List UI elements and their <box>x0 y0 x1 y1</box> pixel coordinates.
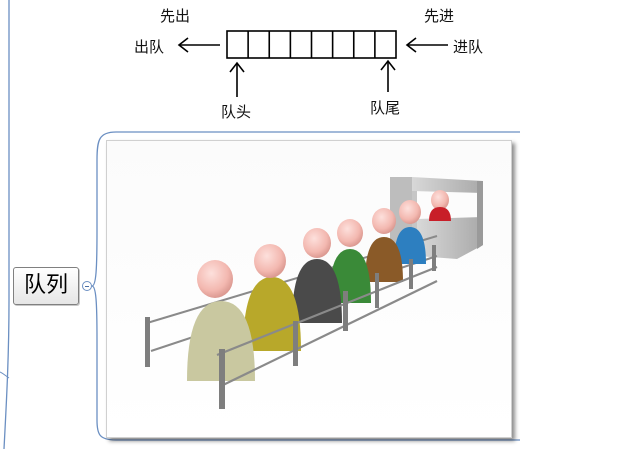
head-arrow-icon <box>229 61 245 97</box>
queue-cells <box>226 30 397 59</box>
collapse-toggle-icon[interactable] <box>82 281 92 291</box>
queue-node[interactable]: 队列 <box>13 267 79 305</box>
dequeue-arrow-icon <box>177 37 220 53</box>
queue-cells-diagram <box>177 30 448 97</box>
queue-illustration-drawing <box>145 177 483 409</box>
enqueue-arrow-icon <box>405 37 448 53</box>
tail-arrow-icon <box>380 59 396 92</box>
queue-illustration <box>106 140 512 438</box>
